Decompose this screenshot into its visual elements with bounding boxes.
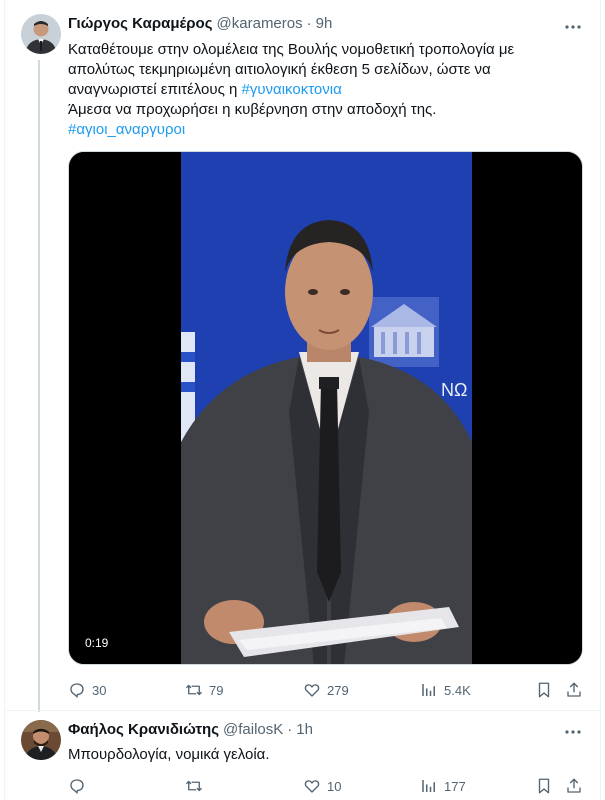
video-duration: 0:19 <box>79 634 115 652</box>
like-icon <box>304 684 320 697</box>
like-button[interactable]: 279 <box>303 680 349 700</box>
share-icon <box>567 778 581 793</box>
repost-icon <box>186 684 202 696</box>
repost-button[interactable] <box>185 776 209 796</box>
bookmark-button[interactable] <box>535 776 553 796</box>
separator-dot: · <box>287 721 293 738</box>
hashtag-link[interactable]: #γυναικοκτονια <box>242 81 342 98</box>
separator-dot: · <box>306 15 312 32</box>
tweet-text: Μπουρδολογία, νομικά γελοία. <box>68 745 270 765</box>
tweet-actions: 30 79 279 5.4K <box>68 680 588 700</box>
bookmark-icon <box>538 682 550 698</box>
tweet-text: Καταθέτουμε στην ολομέλεια της Βουλής νο… <box>68 40 514 140</box>
author-handle[interactable]: @failosK <box>223 721 283 738</box>
author-name[interactable]: Φαήλος Κρανιδιώτης <box>68 721 219 738</box>
timestamp[interactable]: 1h <box>296 721 313 738</box>
author-name[interactable]: Γιώργος Καραμέρος <box>68 15 213 32</box>
repost-count: 79 <box>209 682 224 698</box>
tweet-header: Γιώργος Καραμέρος @karameros · 9h <box>68 15 332 32</box>
share-button[interactable] <box>565 680 583 700</box>
views-button[interactable]: 177 <box>420 776 466 796</box>
author-handle[interactable]: @karameros <box>217 15 303 32</box>
video-frame: ΝΩ <box>69 152 582 664</box>
tweet-actions: 10 177 <box>68 776 588 796</box>
tweet-text-line: αναγνωριστεί επιτέλους η #γυναικοκτονια <box>68 80 514 100</box>
timestamp[interactable]: 9h <box>316 15 333 32</box>
like-icon <box>304 780 320 793</box>
tweet-text-line: απολύτως τεκμηριωμένη αιτιολογική έκθεση… <box>68 61 491 78</box>
reply-icon <box>70 779 84 795</box>
share-icon <box>567 682 581 697</box>
views-icon <box>422 684 435 696</box>
views-count: 177 <box>444 778 466 794</box>
repost-icon <box>186 780 202 792</box>
reply-icon <box>70 683 84 699</box>
more-icon <box>565 730 581 734</box>
tweet-text-line: Καταθέτουμε στην ολομέλεια της Βουλής νο… <box>68 41 515 58</box>
tweet-text-fragment: αναγνωριστεί επιτέλους η <box>68 81 242 98</box>
backdrop-text: ΝΩ <box>441 380 467 400</box>
reply-count: 30 <box>92 682 107 698</box>
like-count: 10 <box>327 778 342 794</box>
more-button[interactable] <box>563 722 583 742</box>
more-button[interactable] <box>563 17 583 37</box>
tweet-divider <box>4 710 601 711</box>
hashtag-link[interactable]: #αγιοι_αναργυροι <box>68 120 514 140</box>
bookmark-icon <box>538 778 550 794</box>
reply-button[interactable]: 30 <box>68 680 106 700</box>
like-button[interactable]: 10 <box>303 776 341 796</box>
share-button[interactable] <box>565 776 583 796</box>
views-button[interactable]: 5.4K <box>420 680 471 700</box>
like-count: 279 <box>327 682 349 698</box>
video-player[interactable]: ΝΩ 0:19 <box>68 151 583 665</box>
bookmark-button[interactable] <box>535 680 553 700</box>
tweet-text-line: Άμεσα να προχωρήσει η κυβέρνηση στην απο… <box>68 101 437 118</box>
avatar[interactable] <box>21 14 61 54</box>
tweet-header: Φαήλος Κρανιδιώτης @failosK · 1h <box>68 721 313 738</box>
thread-connector-line <box>38 60 40 712</box>
reply-button[interactable] <box>68 776 92 796</box>
repost-button[interactable]: 79 <box>185 680 223 700</box>
tweet-text-line: Μπουρδολογία, νομικά γελοία. <box>68 746 270 763</box>
views-icon <box>422 780 435 792</box>
avatar[interactable] <box>21 720 61 760</box>
more-icon <box>565 25 581 29</box>
views-count: 5.4K <box>444 682 471 698</box>
